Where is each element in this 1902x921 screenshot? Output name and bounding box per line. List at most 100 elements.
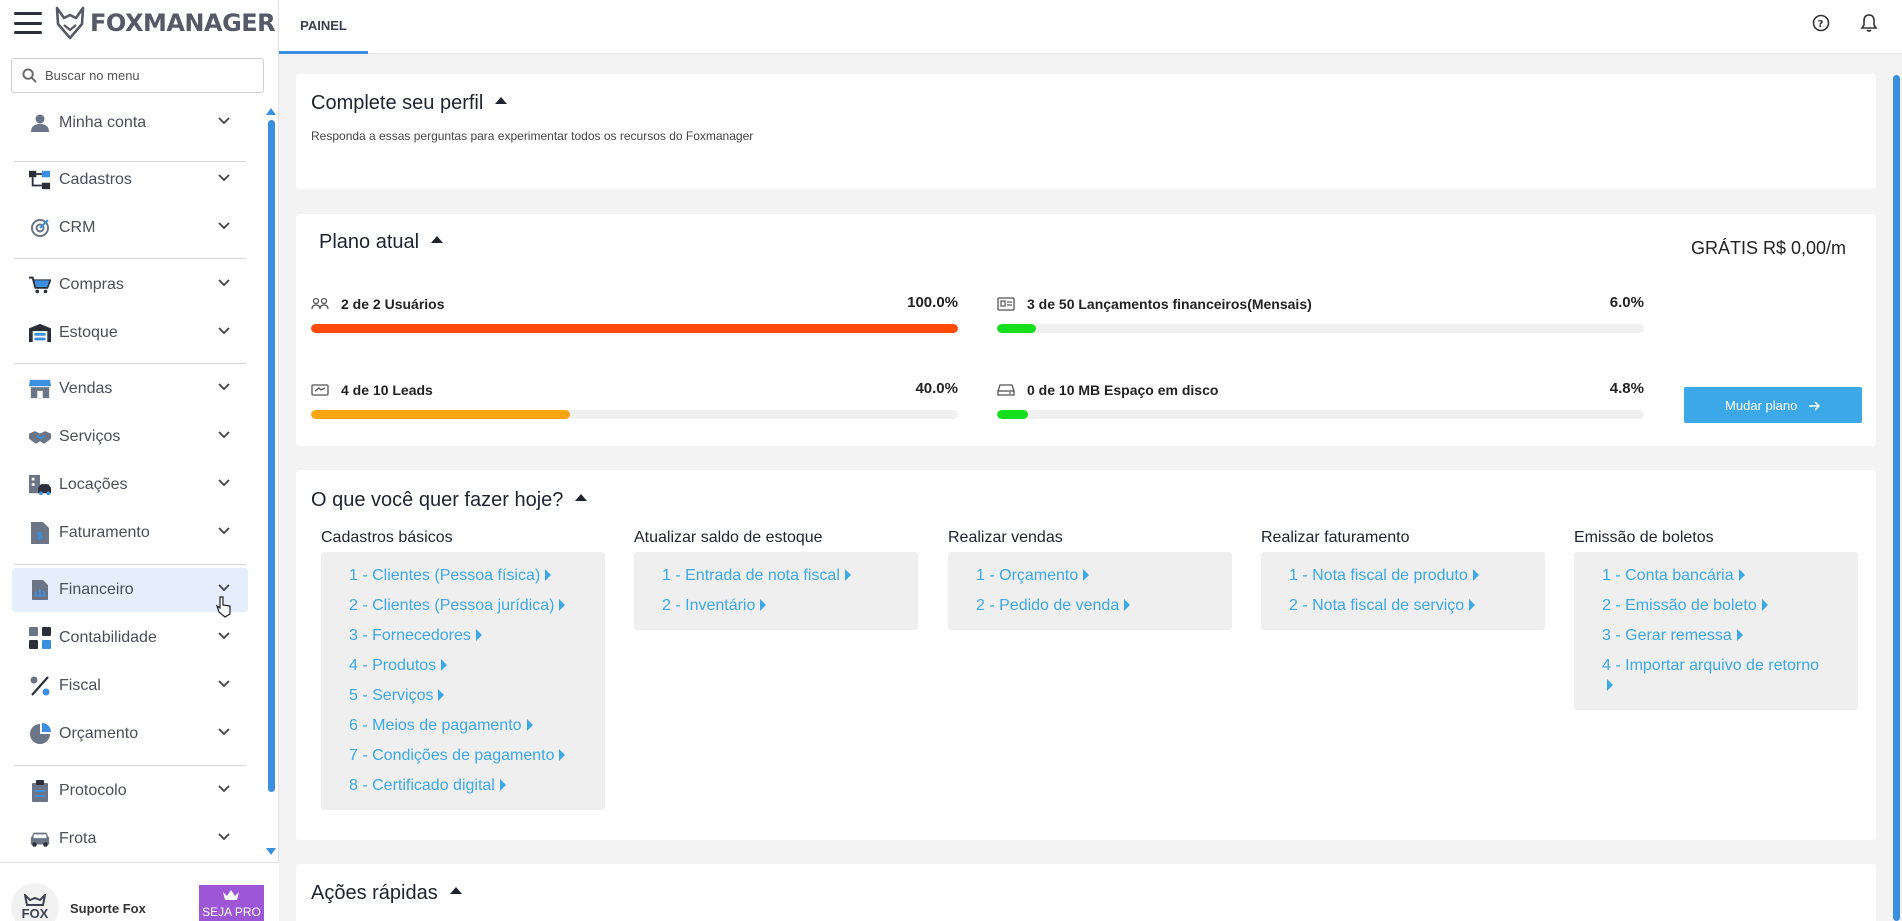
quick-link[interactable]: 1 - Clientes (Pessoa física) bbox=[349, 566, 605, 596]
sidebar-item-servicos[interactable]: Serviços bbox=[12, 415, 248, 459]
sidebar-item-label: Protocolo bbox=[59, 782, 127, 799]
sidebar-item-label: Financeiro bbox=[59, 581, 134, 598]
caret-right-icon bbox=[1761, 598, 1768, 611]
sidebar-footer: FOX Suporte Fox SEJA PRO bbox=[0, 862, 279, 921]
sidebar-item-minha-conta[interactable]: Minha conta bbox=[12, 101, 248, 145]
sidebar-item-label: Contabilidade bbox=[59, 629, 157, 646]
quick-link[interactable]: 4 - Importar arquivo de retorno bbox=[1602, 656, 1858, 706]
column-realizar-faturamento: Realizar faturamento 1 - Nota fiscal de … bbox=[1261, 529, 1545, 630]
menu-divider bbox=[14, 258, 246, 259]
column-title: Realizar vendas bbox=[948, 529, 1063, 546]
search-icon bbox=[22, 68, 37, 83]
quick-link[interactable]: 2 - Pedido de venda bbox=[976, 596, 1232, 626]
sidebar-item-frota[interactable]: Frota bbox=[12, 817, 248, 861]
caret-right-icon bbox=[475, 628, 482, 641]
foxmanager-logo[interactable]: FOXMANAGER bbox=[54, 6, 276, 40]
caret-right-icon bbox=[1469, 598, 1476, 611]
collapse-caret-icon[interactable] bbox=[575, 494, 588, 502]
sidebar-header: FOXMANAGER bbox=[0, 0, 278, 46]
sidebar-item-label: Fiscal bbox=[59, 677, 101, 694]
quick-link[interactable]: 7 - Condições de pagamento bbox=[349, 746, 605, 776]
store-icon bbox=[29, 378, 51, 400]
collapse-caret-icon[interactable] bbox=[495, 97, 508, 105]
column-realizar-vendas: Realizar vendas 1 - Orçamento 2 - Pedido… bbox=[948, 529, 1232, 630]
sidebar-item-crm[interactable]: CRM bbox=[12, 206, 248, 250]
usage-progress-bar bbox=[311, 324, 958, 333]
quick-link[interactable]: 6 - Meios de pagamento bbox=[349, 716, 605, 746]
svg-text:?: ? bbox=[1818, 19, 1824, 30]
quick-link[interactable]: 1 - Entrada de nota fiscal bbox=[662, 566, 918, 596]
help-icon[interactable]: ? bbox=[1811, 13, 1831, 33]
sidebar-item-protocolo[interactable]: Protocolo bbox=[12, 769, 248, 813]
usage-label-text: 3 de 50 Lançamentos financeiros(Mensais) bbox=[1027, 296, 1312, 312]
column-title: Realizar faturamento bbox=[1261, 529, 1410, 546]
usage-label-text: 2 de 2 Usuários bbox=[341, 296, 445, 312]
chevron-down-icon bbox=[218, 431, 230, 439]
fox-avatar[interactable]: FOX bbox=[11, 883, 59, 921]
quick-link-text: 2 - Pedido de venda bbox=[976, 597, 1120, 614]
quick-link[interactable]: 4 - Produtos bbox=[349, 656, 605, 686]
hamburger-menu-icon[interactable] bbox=[14, 12, 42, 34]
caret-right-icon bbox=[1472, 568, 1479, 581]
menu-search bbox=[11, 58, 264, 93]
fox-logo-icon bbox=[24, 893, 46, 906]
main-scrollbar[interactable] bbox=[1893, 75, 1900, 921]
tab-painel[interactable]: PAINEL bbox=[279, 0, 368, 54]
chevron-down-icon bbox=[218, 584, 230, 592]
quick-link[interactable]: 2 - Clientes (Pessoa jurídica) bbox=[349, 596, 605, 626]
quick-link[interactable]: 1 - Conta bancária bbox=[1602, 566, 1858, 596]
column-atualizar-estoque: Atualizar saldo de estoque 1 - Entrada d… bbox=[634, 529, 918, 630]
invoice-icon: $ bbox=[29, 522, 51, 544]
usage-progress-fill bbox=[997, 324, 1036, 333]
sitemap-icon bbox=[29, 169, 51, 191]
sidebar-item-estoque[interactable]: Estoque bbox=[12, 311, 248, 355]
sidebar-item-contabilidade[interactable]: Contabilidade bbox=[12, 616, 248, 660]
quick-link[interactable]: 2 - Nota fiscal de serviço bbox=[1289, 596, 1545, 626]
sidebar-item-fiscal[interactable]: Fiscal bbox=[12, 664, 248, 708]
chevron-down-icon bbox=[218, 327, 230, 335]
seja-pro-button[interactable]: SEJA PRO bbox=[199, 885, 264, 921]
calculator-icon bbox=[29, 627, 51, 649]
quick-link[interactable]: 2 - Inventário bbox=[662, 596, 918, 626]
chevron-down-icon bbox=[218, 117, 230, 125]
caret-right-icon bbox=[559, 598, 566, 611]
chevron-down-icon bbox=[218, 279, 230, 287]
quick-link[interactable]: 2 - Emissão de boleto bbox=[1602, 596, 1858, 626]
sidebar-item-faturamento[interactable]: $ Faturamento bbox=[12, 511, 248, 555]
handshake-icon bbox=[311, 382, 331, 398]
sidebar-scroll-down-icon[interactable] bbox=[266, 848, 276, 855]
plan-price: GRÁTIS R$ 0,00/m bbox=[1690, 238, 1846, 258]
sidebar-item-cadastros[interactable]: Cadastros bbox=[12, 158, 248, 202]
sidebar-item-compras[interactable]: Compras bbox=[12, 263, 248, 307]
sidebar-item-financeiro[interactable]: Financeiro bbox=[12, 568, 248, 612]
notification-bell-icon[interactable] bbox=[1859, 13, 1879, 33]
sidebar-item-label: Serviços bbox=[59, 428, 121, 445]
support-label[interactable]: Suporte Fox bbox=[70, 901, 146, 916]
sidebar-item-locacoes[interactable]: Locações bbox=[12, 463, 248, 507]
sidebar-item-vendas[interactable]: Vendas bbox=[12, 367, 248, 411]
quick-link[interactable]: 1 - Nota fiscal de produto bbox=[1289, 566, 1545, 596]
collapse-caret-icon[interactable] bbox=[449, 887, 462, 895]
quick-link[interactable]: 3 - Gerar remessa bbox=[1602, 626, 1858, 656]
quick-link[interactable]: 8 - Certificado digital bbox=[349, 776, 605, 806]
menu-search-input[interactable] bbox=[45, 68, 245, 83]
quick-link[interactable]: 1 - Orçamento bbox=[976, 566, 1232, 596]
sidebar-item-orcamento[interactable]: Orçamento bbox=[12, 712, 248, 756]
quick-link[interactable]: 3 - Fornecedores bbox=[349, 626, 605, 656]
mudar-plano-label: Mudar plano bbox=[1725, 397, 1798, 413]
quick-link-text: 2 - Emissão de boleto bbox=[1602, 597, 1757, 614]
hard-drive-icon bbox=[997, 382, 1017, 398]
plan-card: Plano atual GRÁTIS R$ 0,00/m 2 de 2 Usuá… bbox=[296, 214, 1876, 446]
usage-progress-fill bbox=[311, 410, 570, 419]
sidebar-item-label: Vendas bbox=[59, 380, 113, 397]
percent-icon bbox=[29, 675, 51, 697]
mudar-plano-button[interactable]: Mudar plano bbox=[1684, 387, 1862, 423]
quick-link[interactable]: 5 - Serviços bbox=[349, 686, 605, 716]
column-cadastros-basicos: Cadastros básicos 1 - Clientes (Pessoa f… bbox=[321, 529, 605, 810]
column-title: Emissão de boletos bbox=[1574, 529, 1714, 546]
sidebar-scrollbar[interactable] bbox=[268, 120, 275, 792]
sidebar-scroll-up-icon[interactable] bbox=[266, 108, 276, 115]
collapse-caret-icon[interactable] bbox=[431, 236, 444, 244]
quick-link-text: 1 - Entrada de nota fiscal bbox=[662, 567, 840, 584]
quick-actions-title-text: Ações rápidas bbox=[311, 882, 438, 904]
